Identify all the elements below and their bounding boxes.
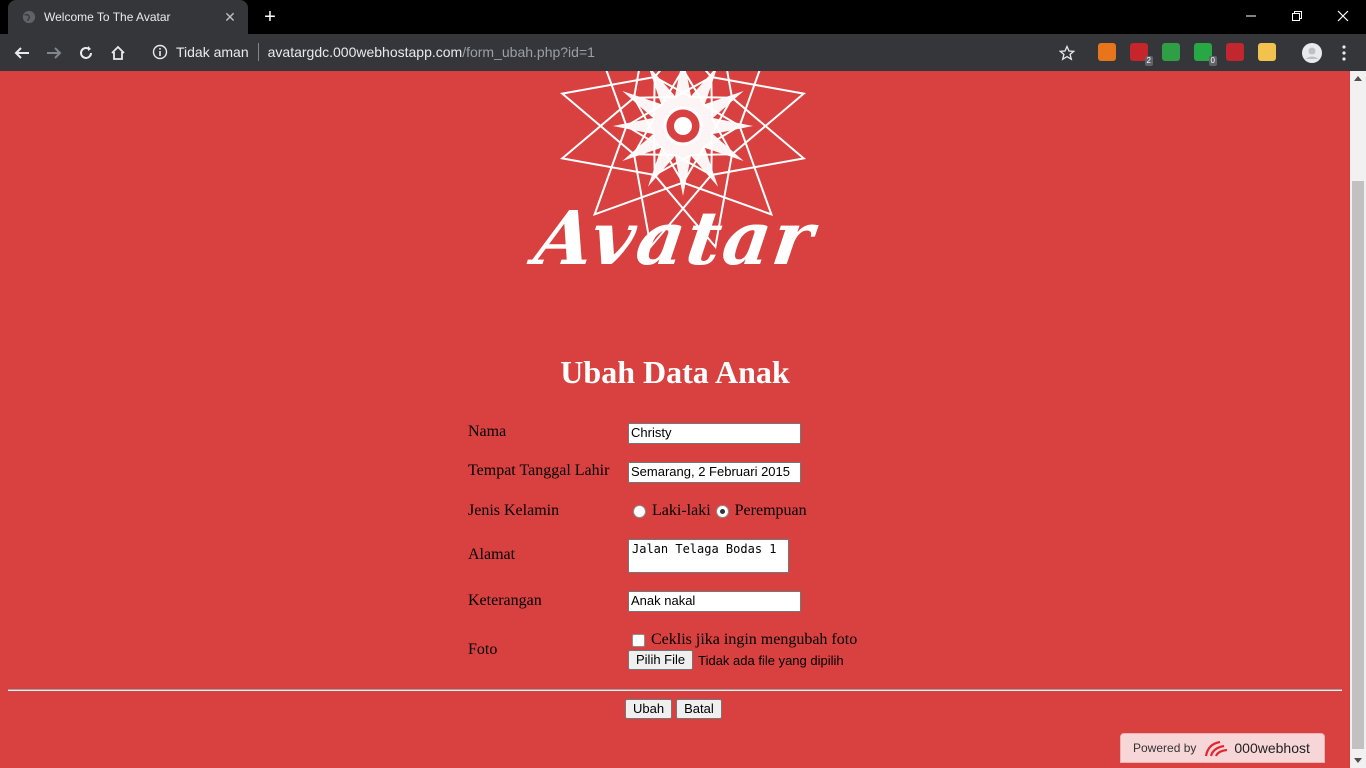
- close-window-icon[interactable]: [1320, 0, 1366, 32]
- minimize-icon[interactable]: [1228, 0, 1274, 32]
- fire-extension-icon[interactable]: [1098, 43, 1116, 61]
- tab-close-icon[interactable]: ✕: [222, 9, 238, 26]
- batal-button[interactable]: Batal: [676, 699, 722, 719]
- new-tab-icon[interactable]: +: [260, 6, 280, 28]
- radio-perempuan-label: Perempuan: [734, 502, 807, 519]
- adblock-extension-icon[interactable]: 2: [1130, 43, 1153, 66]
- reload-icon[interactable]: [74, 41, 98, 65]
- keterangan-input[interactable]: Anak nakal: [628, 591, 801, 612]
- ubah-button[interactable]: Ubah: [625, 699, 673, 719]
- page-title: Ubah Data Anak: [560, 354, 790, 390]
- profile-avatar-icon[interactable]: [1300, 41, 1324, 65]
- powered-by-brand: 000webhost: [1234, 740, 1310, 756]
- scrollbar-thumb[interactable]: [1352, 181, 1364, 749]
- colorful-extension-icon[interactable]: [1162, 43, 1180, 61]
- webhost-logo-icon: [1205, 740, 1228, 757]
- powered-by-label: Powered by: [1133, 741, 1197, 755]
- browser-tab[interactable]: Welcome To The Avatar ✕: [8, 0, 248, 34]
- omnibox-divider: [257, 43, 259, 61]
- back-icon[interactable]: [10, 41, 34, 65]
- m-extension-icon[interactable]: [1226, 43, 1244, 61]
- file-status-text: Tidak ada file yang dipilih: [698, 652, 844, 668]
- alamat-label: Alamat: [468, 546, 516, 563]
- foto-checkbox-row: Ceklis jika ingin mengubah foto: [628, 631, 857, 649]
- ubah-foto-checkbox[interactable]: [632, 633, 645, 647]
- file-picker: Pilih File Tidak ada file yang dipilih: [628, 650, 857, 670]
- choose-file-button[interactable]: Pilih File: [628, 650, 694, 670]
- keterangan-label: Keterangan: [468, 592, 542, 609]
- tab-strip: Welcome To The Avatar ✕ +: [0, 0, 1366, 34]
- nama-label: Nama: [468, 423, 507, 440]
- radio-perempuan[interactable]: [715, 504, 729, 518]
- globe-icon: [22, 10, 36, 24]
- jk-radio-group: Laki-laki Perempuan: [628, 502, 807, 520]
- home-icon[interactable]: [106, 41, 130, 65]
- bookmark-star-icon[interactable]: [1055, 41, 1079, 65]
- pill-extension-icon[interactable]: [1258, 43, 1276, 61]
- logo-text: Avatar: [529, 196, 821, 282]
- browser-toolbar: Tidak aman avatargdc.000webhostapp.com/f…: [0, 34, 1366, 71]
- form-divider: [8, 689, 1342, 691]
- scroll-down-icon[interactable]: [1354, 758, 1362, 763]
- info-icon[interactable]: [152, 44, 168, 60]
- foto-label: Foto: [468, 641, 498, 658]
- powered-by-badge[interactable]: Powered by 000webhost: [1120, 733, 1325, 763]
- radio-laki-laki-label: Laki-laki: [652, 502, 711, 519]
- extension-badge: 0: [1208, 56, 1217, 66]
- page-scrollbar[interactable]: [1350, 71, 1366, 768]
- tab-title: Welcome To The Avatar: [44, 10, 171, 24]
- avatar-logo: Avatar: [520, 71, 830, 286]
- page-viewport: Avatar Ubah Data Anak Nama Christy Tempa…: [0, 71, 1350, 768]
- menu-kebab-icon[interactable]: [1332, 41, 1356, 65]
- ubah-foto-checkbox-label: Ceklis jika ingin mengubah foto: [651, 631, 858, 648]
- form-actions: Ubah Batal: [625, 699, 722, 719]
- extension-badge: 2: [1144, 56, 1153, 66]
- security-label: Tidak aman: [176, 44, 249, 60]
- address-bar[interactable]: Tidak aman avatargdc.000webhostapp.com/f…: [144, 38, 1094, 66]
- url-path: /form_ubah.php?id=1: [462, 44, 595, 60]
- ttl-input[interactable]: Semarang, 2 Februari 2015: [628, 462, 801, 483]
- restore-icon[interactable]: [1274, 0, 1320, 32]
- forward-icon[interactable]: [42, 41, 66, 65]
- jk-label: Jenis Kelamin: [468, 502, 560, 519]
- scroll-up-icon[interactable]: [1354, 76, 1362, 81]
- nama-input[interactable]: Christy: [628, 423, 801, 444]
- shield-extension-icon[interactable]: 0: [1194, 43, 1217, 66]
- radio-laki-laki[interactable]: [633, 504, 646, 518]
- url-host: avatargdc.000webhostapp.com: [267, 44, 463, 60]
- alamat-textarea[interactable]: Jalan Telaga Bodas 1: [628, 539, 789, 573]
- ttl-label: Tempat Tanggal Lahir: [468, 462, 610, 479]
